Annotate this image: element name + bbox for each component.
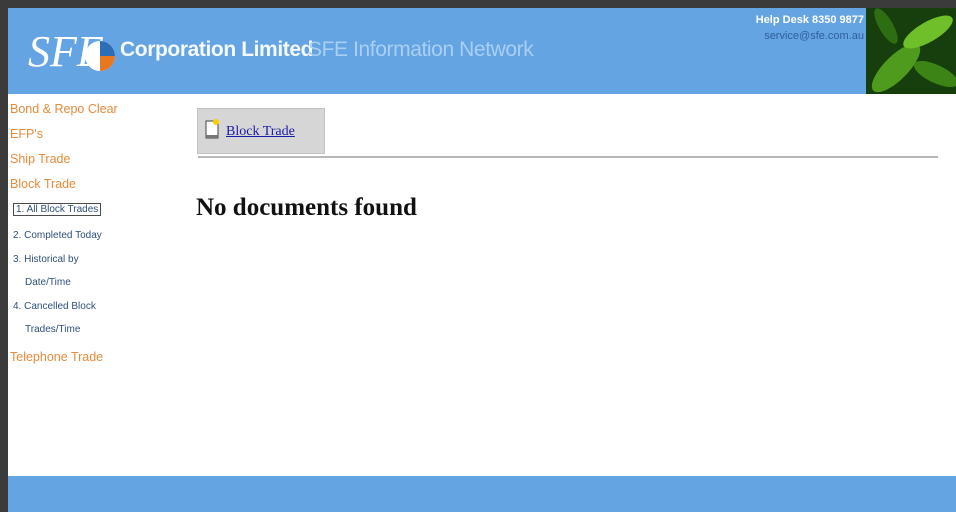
- main-content: Block Trade No documents found: [180, 94, 956, 476]
- subnav-historical[interactable]: 3. Historical by: [13, 254, 79, 265]
- nav-block-trade[interactable]: Block Trade: [10, 177, 76, 191]
- subnav-all-block-trades[interactable]: 1. All Block Trades: [13, 203, 102, 216]
- help-desk-email[interactable]: service@sfe.com.au: [764, 30, 864, 43]
- subnav-all-block-trades-label: 1. All Block Trades: [13, 203, 102, 216]
- help-desk-phone: Help Desk 8350 9877: [755, 14, 864, 26]
- divider: [198, 156, 938, 158]
- nav-ship-trade[interactable]: Ship Trade: [10, 152, 70, 166]
- network-name: SFE Information Network: [308, 38, 534, 61]
- subnav-historical-cont[interactable]: Date/Time: [25, 277, 71, 288]
- document-icon: [205, 119, 219, 139]
- nav-bond-repo-clear[interactable]: Bond & Repo Clear: [10, 102, 118, 116]
- header-banner: SFE Corporation Limited SFE Information …: [8, 8, 956, 94]
- footer-bar: [8, 476, 956, 512]
- block-trade-link[interactable]: Block Trade: [226, 124, 295, 140]
- left-border: [0, 0, 8, 512]
- breadcrumb: Block Trade: [197, 108, 325, 154]
- browser-frame: SFE Corporation Limited SFE Information …: [0, 0, 956, 512]
- empty-state-message: No documents found: [196, 194, 417, 221]
- subnav-cancelled-block-cont[interactable]: Trades/Time: [25, 324, 80, 335]
- subnav-completed-today[interactable]: 2. Completed Today: [13, 230, 102, 241]
- sfe-logo: SFE: [28, 27, 115, 76]
- subnav-cancelled-block[interactable]: 4. Cancelled Block: [13, 301, 96, 312]
- leaf-image: [866, 8, 956, 94]
- nav-efps[interactable]: EFP's: [10, 127, 43, 141]
- sidebar-nav: Bond & Repo Clear EFP's Ship Trade Block…: [8, 94, 180, 476]
- top-border: [0, 0, 956, 8]
- nav-telephone-trade[interactable]: Telephone Trade: [10, 350, 103, 364]
- company-name: Corporation Limited: [120, 38, 314, 61]
